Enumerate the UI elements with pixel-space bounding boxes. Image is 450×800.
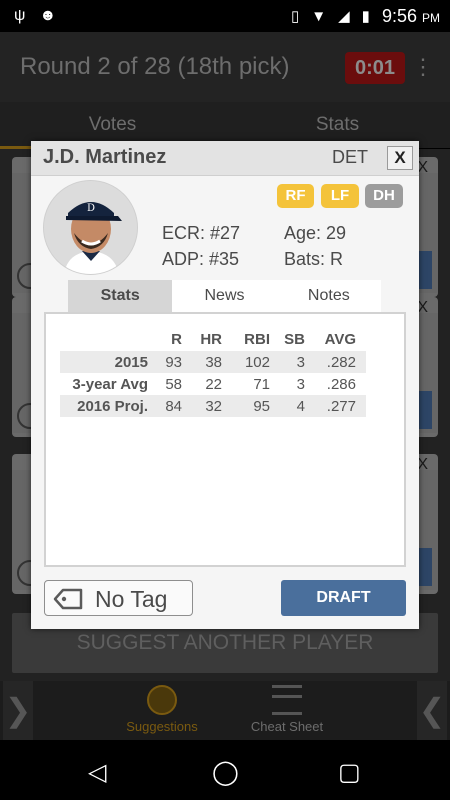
player-dialog: J.D. Martinez DET X D RF LF DH ECR: #27 … bbox=[31, 141, 419, 629]
player-name: J.D. Martinez bbox=[43, 146, 167, 168]
wifi-icon: ▼ bbox=[311, 7, 327, 25]
tab-stats[interactable]: Stats bbox=[68, 280, 173, 312]
column-header bbox=[60, 328, 148, 351]
recents-icon[interactable]: ▢ bbox=[338, 758, 361, 787]
table-cell: 3 bbox=[296, 375, 305, 393]
tab-notes[interactable]: Notes bbox=[276, 280, 381, 312]
dialog-header: J.D. Martinez DET X bbox=[31, 141, 419, 176]
team-abbr: DET bbox=[332, 147, 368, 167]
page-title: Round 2 of 28 (18th pick) bbox=[20, 53, 290, 80]
vibrate-icon: ▯ bbox=[291, 8, 300, 25]
position-badge-rf: RF bbox=[277, 184, 314, 208]
nav-cheat-sheet[interactable]: Cheat Sheet bbox=[227, 685, 347, 734]
clock: 9:56 PM bbox=[381, 5, 440, 26]
bats-value: Bats: R bbox=[284, 249, 344, 269]
position-badge-dh: DH bbox=[365, 184, 403, 208]
bottom-nav: ❯ Suggestions Cheat Sheet ❮ bbox=[0, 681, 450, 740]
row-label: 2016 Proj. bbox=[60, 395, 148, 417]
position-badge-lf: LF bbox=[321, 184, 359, 208]
table-row: 3-year Avg 58 22 71 3 .286 bbox=[60, 373, 366, 395]
table-row: 2015 93 38 102 3 .282 bbox=[60, 351, 366, 373]
age-value: Age: 29 bbox=[284, 223, 347, 243]
row-label: 2015 bbox=[60, 351, 148, 373]
table-cell: 95 bbox=[222, 395, 270, 417]
column-header: HR bbox=[200, 331, 222, 348]
table-header-row: R HR RBI SB AVG bbox=[60, 328, 366, 351]
pick-timer: 0:01 bbox=[345, 52, 405, 84]
list-icon bbox=[272, 685, 302, 715]
column-header: AVG bbox=[324, 331, 356, 348]
column-header: RBI bbox=[244, 331, 270, 348]
home-icon[interactable]: ◯ bbox=[212, 758, 239, 787]
chevron-right-icon[interactable]: ❮ bbox=[417, 681, 447, 740]
table-cell: 84 bbox=[148, 395, 182, 417]
table-cell: 38 bbox=[182, 351, 222, 373]
nav-label: Cheat Sheet bbox=[250, 719, 324, 734]
android-icon: ☻ bbox=[39, 7, 57, 24]
table-cell: 58 bbox=[165, 375, 182, 393]
svg-text:D: D bbox=[87, 203, 95, 214]
column-header: SB bbox=[284, 331, 305, 348]
chevron-left-icon[interactable]: ❯ bbox=[3, 681, 33, 740]
nav-label: Suggestions bbox=[126, 719, 198, 734]
draft-button[interactable]: DRAFT bbox=[281, 580, 406, 616]
table-row: 2016 Proj. 84 32 95 4 .277 bbox=[60, 395, 366, 417]
dialog-tabs: Stats News Notes bbox=[68, 280, 381, 312]
table-cell: .286 bbox=[326, 375, 356, 393]
back-icon[interactable]: ◁ bbox=[88, 758, 106, 787]
table-cell: 32 bbox=[182, 395, 222, 417]
adp-value: ADP: #35 bbox=[162, 249, 240, 269]
table-cell: .282 bbox=[305, 351, 366, 373]
stats-panel: R HR RBI SB AVG 2015 93 38 102 3 .282 3-… bbox=[44, 312, 406, 567]
signal-icon: ◢ bbox=[338, 8, 350, 25]
status-bar: ψ ☻ ▯ ▼ ◢ ▮ 9:56 PM bbox=[0, 0, 450, 32]
tag-icon bbox=[53, 587, 83, 616]
table-cell: 71 bbox=[253, 375, 270, 393]
table-cell: 22 bbox=[205, 375, 222, 393]
row-label: 3-year Avg bbox=[72, 375, 148, 393]
tag-label: No Tag bbox=[95, 586, 168, 612]
battery-icon: ▮ bbox=[361, 8, 370, 25]
column-header: R bbox=[171, 331, 182, 348]
table-cell: 4 bbox=[270, 395, 305, 417]
usb-icon: ψ bbox=[14, 7, 26, 24]
stats-table: R HR RBI SB AVG 2015 93 38 102 3 .282 3-… bbox=[60, 328, 366, 417]
app-bar: Round 2 of 28 (18th pick) 0:01 ⋮ bbox=[0, 32, 450, 102]
table-cell: 3 bbox=[270, 351, 305, 373]
person-icon bbox=[147, 685, 177, 715]
system-nav-bar: ◁ ◯ ▢ bbox=[0, 740, 450, 800]
player-photo: D bbox=[43, 180, 138, 275]
ecr-value: ECR: #27 bbox=[162, 223, 241, 243]
table-cell: 93 bbox=[148, 351, 182, 373]
table-cell: 102 bbox=[222, 351, 270, 373]
close-button[interactable]: X bbox=[387, 146, 413, 170]
table-cell: .277 bbox=[305, 395, 366, 417]
nav-suggestions[interactable]: Suggestions bbox=[102, 685, 222, 734]
tag-button[interactable]: No Tag bbox=[44, 580, 193, 616]
overflow-menu-icon[interactable]: ⋮ bbox=[412, 52, 434, 82]
tab-news[interactable]: News bbox=[172, 280, 277, 312]
